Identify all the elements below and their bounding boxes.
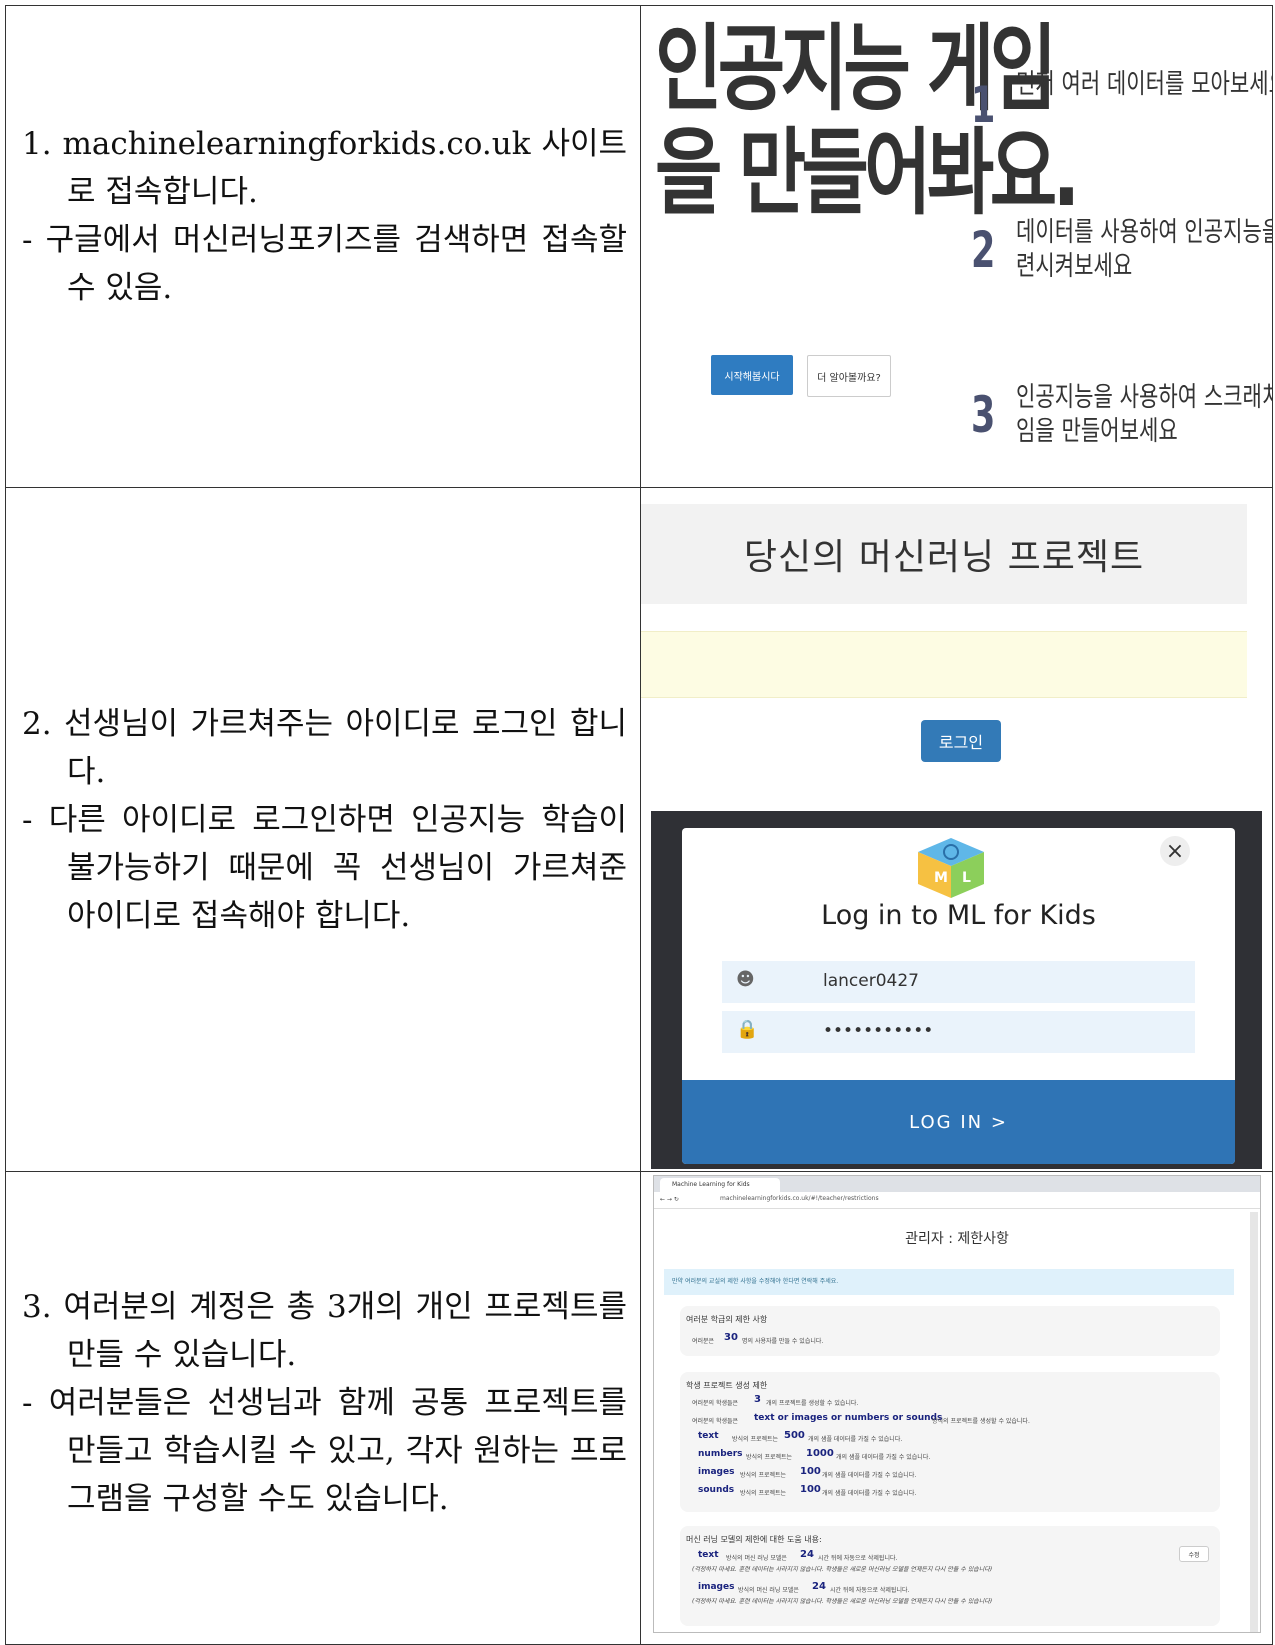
browser-tab[interactable]: Machine Learning for Kids: [660, 1178, 780, 1192]
info-alert: 만약 여러분의 교실의 제한 사항을 수정해야 한다면 연락해 주세요.: [664, 1269, 1234, 1295]
row-divider: [5, 487, 1273, 488]
nav-arrows-icon[interactable]: ← → ↻: [660, 1196, 679, 1203]
step-number: 1: [971, 76, 996, 134]
browser-tabbar: Machine Learning for Kids: [654, 1176, 1260, 1192]
step-text: 련시켜보세요: [1016, 251, 1133, 282]
login-screenshot: 당신의 머신러닝 프로젝트 로그인 M L × Log in to ML for…: [641, 489, 1272, 1170]
model-limits-panel: 머신 러닝 모델의 제한에 대한 도움 내용: text 방식의 머신 러닝 모…: [680, 1526, 1220, 1626]
row-divider: [5, 1171, 1273, 1172]
row3-note: - 여러분들은 선생님과 함께 공통 프로젝트를 만들고 학습시킬 수 있고, …: [22, 1385, 627, 1517]
username-field[interactable]: ☻ lancer0427: [722, 961, 1195, 1003]
login-submit-button[interactable]: LOG IN >: [682, 1080, 1235, 1164]
projects-header: 당신의 머신러닝 프로젝트: [641, 504, 1247, 604]
login-button[interactable]: 로그인: [921, 720, 1001, 762]
class-limits-panel: 여러분 학급의 제한 사항 여러분은 30 명의 사용자를 만들 수 있습니다.: [680, 1306, 1220, 1356]
lock-icon: 🔒: [736, 1019, 759, 1040]
step-text: 먼저 여러 데이터를 모아보세요: [1016, 69, 1272, 100]
row2-step: 2. 선생님이 가르쳐주는 아이디로 로그인 합니다.: [22, 706, 627, 790]
row1-step: 1. machinelearningforkids.co.uk 사이트 로 접속…: [22, 126, 627, 210]
edit-button[interactable]: 수정: [1179, 1546, 1209, 1562]
login-modal: M L × Log in to ML for Kids ☻ lancer0427…: [682, 828, 1235, 1164]
close-icon[interactable]: ×: [1160, 836, 1190, 866]
restrictions-screenshot: Machine Learning for Kids ← → ↻ machinel…: [653, 1175, 1261, 1633]
step-text: 인공지능을 사용하여 스크래치 게: [1016, 382, 1272, 413]
svg-text:L: L: [962, 870, 971, 886]
step-number: 3: [971, 386, 996, 444]
row2-text: 2. 선생님이 가르쳐주는 아이디로 로그인 합니다. - 다른 아이디로 로그…: [22, 700, 627, 940]
hero-title: 인공지능 게임 을 만들어봐요.: [655, 15, 1080, 228]
password-field[interactable]: 🔒 •••••••••••: [722, 1011, 1195, 1053]
row3-text: 3. 여러분의 계정은 총 3개의 개인 프로젝트를 만들 수 있습니다. - …: [22, 1283, 627, 1523]
scrollbar[interactable]: [1250, 1212, 1258, 1632]
row1-text: 1. machinelearningforkids.co.uk 사이트 로 접속…: [22, 120, 627, 312]
step-text: 데이터를 사용하여 인공지능을 훈: [1016, 217, 1272, 248]
student-limits-panel: 학생 프로젝트 생성 제한 여러분의 학생들은 3 개의 프로젝트를 생성할 수…: [680, 1372, 1220, 1512]
row2-note: - 다른 아이디로 로그인하면 인공지능 학습이 불가능하기 때문에 꼭 선생님…: [22, 802, 627, 934]
intro-screenshot: 인공지능 게임 을 만들어봐요. 1 먼저 여러 데이터를 모아보세요 2 데이…: [641, 6, 1272, 487]
modal-title: Log in to ML for Kids: [821, 900, 1096, 931]
row3-step: 3. 여러분의 계정은 총 3개의 개인 프로젝트를 만들 수 있습니다.: [22, 1289, 627, 1373]
start-button[interactable]: 시작해봅시다: [711, 355, 793, 395]
address-bar[interactable]: ← → ↻ machinelearningforkids.co.uk/#!/te…: [654, 1192, 1260, 1209]
step-number: 2: [971, 221, 996, 279]
row1-note: - 구글에서 머신러닝포키즈를 검색하면 접속할 수 있음.: [22, 222, 627, 306]
svg-text:M: M: [934, 870, 948, 886]
step-text: 임을 만들어보세요: [1016, 416, 1178, 447]
notice-band: [641, 631, 1247, 698]
page-title: 관리자 : 제한사항: [905, 1231, 1009, 1247]
ml-cube-logo-icon: M L: [918, 838, 984, 898]
learn-more-button[interactable]: 더 알아볼까요?: [807, 355, 891, 397]
user-icon: ☻: [736, 969, 755, 990]
url-text: machinelearningforkids.co.uk/#!/teacher/…: [720, 1195, 879, 1202]
